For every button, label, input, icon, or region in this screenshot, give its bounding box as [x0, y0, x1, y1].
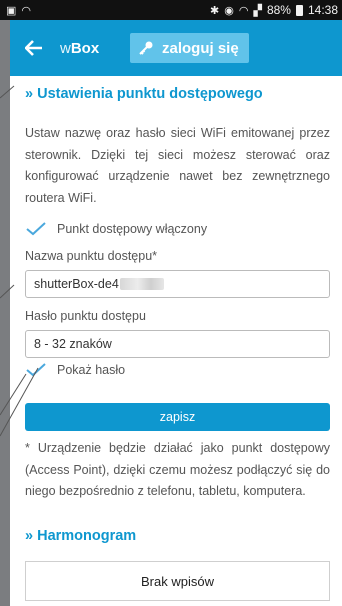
ap-password-placeholder: 8 - 32 znaków	[34, 337, 112, 351]
alarm-icon: ◉	[224, 4, 234, 17]
settings-content: » Ustawienia punktu dostępowego Ustaw na…	[10, 76, 342, 606]
access-point-description: Ustaw nazwę oraz hasło sieci WiFi emitow…	[25, 126, 330, 205]
checkmark-icon	[26, 222, 46, 236]
key-icon	[139, 41, 153, 55]
battery-percent: 88%	[266, 3, 291, 17]
show-password-checkbox[interactable]: Pokaż hasło	[25, 362, 125, 378]
wifi-icon: ◠	[21, 4, 32, 17]
ap-name-label: Nazwa punktu dostępu*	[25, 249, 158, 263]
status-bar: ▣ ◠ ✱ ◉ ◠ ▞ 88% 14:38	[0, 0, 342, 20]
ap-password-input[interactable]: 8 - 32 znaków	[25, 330, 330, 358]
login-label: zaloguj się	[162, 39, 239, 57]
app-brand: wBox	[60, 40, 99, 57]
checkmark-icon	[26, 363, 46, 377]
image-icon: ▣	[6, 4, 17, 17]
app-bar: wBox zaloguj się	[10, 20, 342, 76]
back-arrow-icon	[25, 40, 42, 56]
access-point-enabled-label: Punkt dostępowy włączony	[57, 222, 208, 236]
redacted-blur	[119, 278, 164, 290]
signal-icon: ▞	[253, 4, 262, 17]
status-time: 14:38	[307, 3, 338, 17]
ap-password-label: Hasło punktu dostępu	[25, 309, 146, 323]
schedule-empty-state: Brak wpisów	[25, 561, 330, 601]
schedule-empty-label: Brak wpisów	[141, 573, 214, 589]
ap-name-value: shutterBox-de4	[34, 277, 119, 291]
show-password-label: Pokaż hasło	[57, 363, 126, 377]
brand-name: Box	[70, 39, 100, 57]
access-point-note: * Urządzenie będzie działać jako punkt d…	[25, 441, 330, 498]
status-left: ▣ ◠	[6, 4, 31, 17]
ap-name-input[interactable]: shutterBox-de4	[25, 270, 330, 298]
save-button[interactable]: zapisz	[25, 403, 330, 431]
status-right: ✱ ◉ ◠ ▞ 88% 14:38	[210, 3, 338, 17]
login-button[interactable]: zaloguj się	[130, 33, 249, 63]
access-point-enabled-checkbox[interactable]: Punkt dostępowy włączony	[25, 221, 207, 237]
battery-icon	[295, 4, 303, 16]
bluetooth-icon: ✱	[210, 4, 220, 17]
wifi-signal-icon: ◠	[238, 4, 249, 17]
schedule-title: » Harmonogram	[25, 528, 137, 544]
brand-prefix: w	[60, 39, 71, 57]
access-point-title: » Ustawienia punktu dostępowego	[25, 86, 263, 102]
back-button[interactable]	[10, 20, 58, 76]
